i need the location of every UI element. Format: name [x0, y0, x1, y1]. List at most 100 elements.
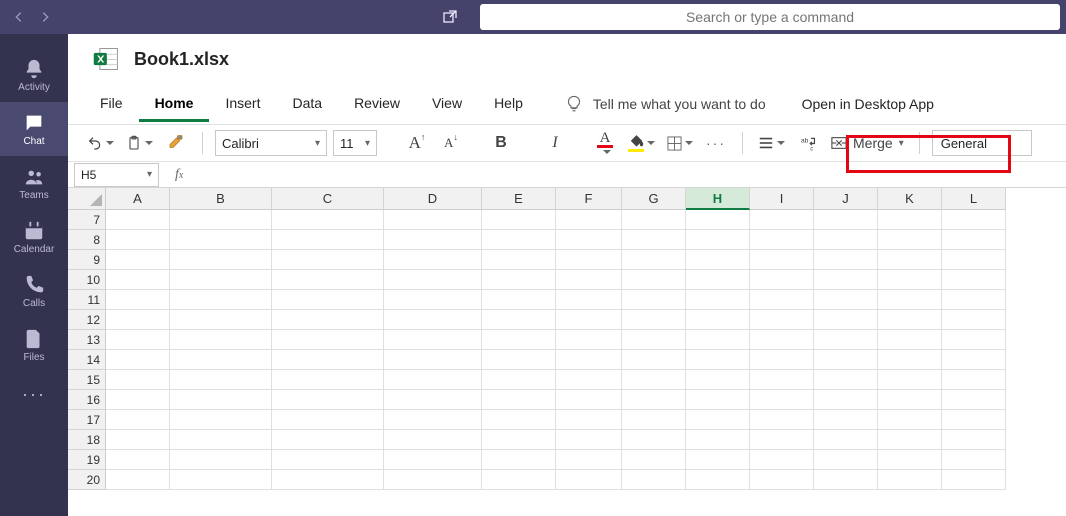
cell[interactable]	[622, 310, 686, 330]
italic-button[interactable]: I	[541, 129, 569, 157]
row-header-17[interactable]: 17	[68, 410, 106, 430]
tab-file[interactable]: File	[84, 87, 139, 122]
paste-button[interactable]	[123, 129, 156, 157]
cell[interactable]	[170, 310, 272, 330]
cell[interactable]	[878, 230, 942, 250]
rail-calendar[interactable]: Calendar	[0, 210, 68, 264]
cell[interactable]	[170, 470, 272, 490]
tab-data[interactable]: Data	[276, 87, 338, 122]
cell[interactable]	[942, 450, 1006, 470]
cell[interactable]	[170, 410, 272, 430]
tab-view[interactable]: View	[416, 87, 478, 122]
cell[interactable]	[482, 330, 556, 350]
row-header-14[interactable]: 14	[68, 350, 106, 370]
cell[interactable]	[272, 270, 384, 290]
cell[interactable]	[750, 250, 814, 270]
more-formatting-button[interactable]: ···	[702, 129, 730, 157]
cell[interactable]	[942, 250, 1006, 270]
rail-calls[interactable]: Calls	[0, 264, 68, 318]
cell[interactable]	[814, 390, 878, 410]
cell[interactable]	[622, 330, 686, 350]
cell[interactable]	[384, 230, 482, 250]
row-header-9[interactable]: 9	[68, 250, 106, 270]
cell[interactable]	[556, 450, 622, 470]
cell[interactable]	[384, 270, 482, 290]
cell[interactable]	[686, 250, 750, 270]
undo-button[interactable]	[84, 129, 117, 157]
cell[interactable]	[750, 210, 814, 230]
cell[interactable]	[814, 310, 878, 330]
alignment-button[interactable]	[755, 129, 788, 157]
bold-button[interactable]: B	[487, 129, 515, 157]
grow-font-button[interactable]: A↑	[403, 129, 431, 157]
cell[interactable]	[686, 430, 750, 450]
column-header-E[interactable]: E	[482, 188, 556, 210]
cell[interactable]	[686, 470, 750, 490]
cell[interactable]	[556, 210, 622, 230]
cell[interactable]	[556, 370, 622, 390]
cell[interactable]	[942, 310, 1006, 330]
cell[interactable]	[750, 290, 814, 310]
cell[interactable]	[942, 290, 1006, 310]
cell[interactable]	[942, 470, 1006, 490]
cell[interactable]	[814, 470, 878, 490]
cell[interactable]	[686, 270, 750, 290]
cell[interactable]	[272, 350, 384, 370]
cell[interactable]	[482, 370, 556, 390]
cell[interactable]	[384, 370, 482, 390]
cell[interactable]	[106, 230, 170, 250]
cell[interactable]	[170, 270, 272, 290]
cell[interactable]	[686, 450, 750, 470]
cell[interactable]	[622, 390, 686, 410]
cell[interactable]	[622, 290, 686, 310]
cell[interactable]	[878, 330, 942, 350]
row-header-18[interactable]: 18	[68, 430, 106, 450]
cell[interactable]	[878, 470, 942, 490]
cell[interactable]	[750, 370, 814, 390]
cell[interactable]	[814, 370, 878, 390]
cell[interactable]	[686, 390, 750, 410]
cell[interactable]	[814, 330, 878, 350]
spreadsheet-grid[interactable]: ABCDEFGHIJKL 7891011121314151617181920	[68, 188, 1066, 516]
cell[interactable]	[170, 230, 272, 250]
cell[interactable]	[272, 210, 384, 230]
open-in-desktop-app[interactable]: Open in Desktop App	[792, 92, 944, 116]
cell[interactable]	[556, 430, 622, 450]
select-all-corner[interactable]	[68, 188, 106, 210]
cell[interactable]	[272, 430, 384, 450]
cell[interactable]	[556, 390, 622, 410]
row-header-13[interactable]: 13	[68, 330, 106, 350]
column-header-L[interactable]: L	[942, 188, 1006, 210]
cell[interactable]	[170, 210, 272, 230]
cell[interactable]	[686, 310, 750, 330]
cell[interactable]	[814, 230, 878, 250]
cell[interactable]	[384, 290, 482, 310]
cell[interactable]	[622, 430, 686, 450]
cell[interactable]	[750, 410, 814, 430]
cell[interactable]	[170, 390, 272, 410]
cell[interactable]	[384, 410, 482, 430]
name-box[interactable]: H5 ▾	[74, 163, 159, 187]
cell[interactable]	[878, 210, 942, 230]
column-header-J[interactable]: J	[814, 188, 878, 210]
cell[interactable]	[878, 270, 942, 290]
column-header-B[interactable]: B	[170, 188, 272, 210]
cell[interactable]	[106, 370, 170, 390]
cell[interactable]	[814, 210, 878, 230]
cell[interactable]	[272, 470, 384, 490]
cell[interactable]	[272, 410, 384, 430]
cell[interactable]	[106, 410, 170, 430]
cell[interactable]	[272, 390, 384, 410]
cell[interactable]	[384, 390, 482, 410]
cell[interactable]	[814, 250, 878, 270]
cell[interactable]	[878, 430, 942, 450]
cell[interactable]	[686, 210, 750, 230]
cell[interactable]	[942, 210, 1006, 230]
cell[interactable]	[106, 430, 170, 450]
cell[interactable]	[878, 450, 942, 470]
cell[interactable]	[106, 310, 170, 330]
cell[interactable]	[878, 310, 942, 330]
cell[interactable]	[556, 410, 622, 430]
cell[interactable]	[814, 350, 878, 370]
tab-help[interactable]: Help	[478, 87, 539, 122]
